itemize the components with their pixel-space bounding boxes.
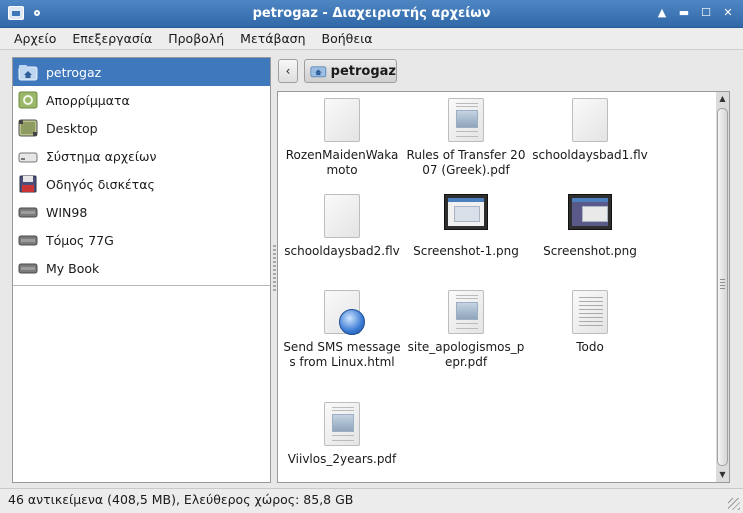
file-item[interactable]: schooldaysbad2.flv	[282, 194, 402, 259]
file-name: Rules of Transfer 2007 (Greek).pdf	[406, 148, 526, 177]
file-name: RozenMaidenWakamoto	[285, 148, 399, 177]
menu-view[interactable]: Προβολή	[160, 28, 232, 49]
image-thumbnail-icon	[444, 194, 488, 230]
status-text: 46 αντικείμενα (408,5 MB), Ελεύθερος χώρ…	[8, 492, 354, 507]
sidebar-item-label: Σύστημα αρχείων	[46, 148, 157, 164]
file-item[interactable]: Rules of Transfer 2007 (Greek).pdf	[406, 98, 526, 178]
sidebar-item-label: WIN98	[46, 204, 88, 220]
vertical-scrollbar[interactable]: ▲ ▼	[716, 91, 730, 483]
sidebar-item-filesystem[interactable]: Σύστημα αρχείων	[13, 142, 270, 170]
file-item[interactable]: Todo	[530, 290, 650, 355]
file-item[interactable]: Viivlos_2years.pdf	[282, 402, 402, 467]
sidebar-item-label: My Book	[46, 260, 100, 276]
pane-resize-handle[interactable]	[273, 245, 276, 293]
drive-icon	[18, 203, 38, 221]
drive-icon	[18, 231, 38, 249]
text-file-icon	[572, 290, 608, 334]
sidebar-item-trash[interactable]: Απορρίμματα	[13, 86, 270, 114]
blank-file-icon	[324, 194, 360, 238]
menu-help[interactable]: Βοήθεια	[314, 28, 381, 49]
file-item[interactable]: Send SMS messages from Linux.html	[282, 290, 402, 370]
menu-go[interactable]: Μετάβαση	[232, 28, 313, 49]
sidebar-item-label: Οδηγός δισκέτας	[46, 176, 155, 192]
path-back-button[interactable]: ‹	[278, 59, 298, 83]
desktop-icon	[18, 119, 38, 137]
home-folder-icon	[310, 66, 327, 78]
drive-icon	[18, 259, 38, 277]
file-view[interactable]: RozenMaidenWakamoto Rules of Transfer 20…	[277, 91, 717, 483]
blank-file-icon	[572, 98, 608, 142]
file-name: site_apologismos_pepr.pdf	[407, 340, 525, 369]
sidebar-item-volume77g[interactable]: Τόμος 77G	[13, 226, 270, 254]
sidebar-separator	[13, 285, 270, 286]
file-name: Screenshot.png	[543, 244, 637, 258]
blank-file-icon	[324, 98, 360, 142]
scrollbar-thumb[interactable]	[717, 108, 728, 466]
file-name: Viivlos_2years.pdf	[287, 452, 397, 466]
file-name: Todo	[576, 340, 604, 354]
resize-grip-icon[interactable]	[728, 498, 740, 510]
file-name: schooldaysbad2.flv	[284, 244, 400, 258]
file-item[interactable]: Screenshot.png	[530, 194, 650, 259]
file-item[interactable]: schooldaysbad1.flv	[530, 98, 650, 163]
sidebar: petrogaz Απορρίμματα Desktop Σύστημα αρχ…	[12, 57, 271, 483]
pdf-file-icon	[324, 402, 360, 446]
sidebar-item-label: Desktop	[46, 120, 98, 136]
menu-edit[interactable]: Επεξεργασία	[64, 28, 160, 49]
title-bar: petrogaz - Διαχειριστής αρχείων ▲ ▬ ☐ ✕	[0, 0, 743, 28]
menu-bar: Αρχείο Επεξεργασία Προβολή Μετάβαση Βοήθ…	[0, 28, 743, 50]
file-item[interactable]: site_apologismos_pepr.pdf	[406, 290, 526, 370]
shade-up-icon[interactable]: ▲	[655, 6, 669, 20]
minimize-icon[interactable]: ▬	[677, 6, 691, 20]
sidebar-item-label: petrogaz	[46, 64, 102, 80]
path-button-label: petrogaz	[330, 63, 396, 79]
floppy-icon	[18, 175, 38, 193]
trash-icon	[18, 91, 38, 109]
file-name: schooldaysbad1.flv	[532, 148, 648, 162]
sidebar-item-home[interactable]: petrogaz	[13, 58, 270, 86]
pdf-file-icon	[448, 98, 484, 142]
sidebar-item-win98[interactable]: WIN98	[13, 198, 270, 226]
html-file-icon	[324, 290, 365, 335]
sidebar-item-floppy[interactable]: Οδηγός δισκέτας	[13, 170, 270, 198]
scroll-up-icon[interactable]: ▲	[716, 92, 729, 106]
file-item[interactable]: RozenMaidenWakamoto	[282, 98, 402, 178]
close-icon[interactable]: ✕	[721, 6, 735, 20]
sidebar-item-label: Τόμος 77G	[46, 232, 114, 248]
file-name: Send SMS messages from Linux.html	[283, 340, 401, 369]
window-title: petrogaz - Διαχειριστής αρχείων	[252, 6, 491, 21]
status-bar: 46 αντικείμενα (408,5 MB), Ελεύθερος χώρ…	[0, 488, 743, 513]
file-name: Screenshot-1.png	[413, 244, 519, 258]
sidebar-item-desktop[interactable]: Desktop	[13, 114, 270, 142]
path-button-home[interactable]: petrogaz	[304, 59, 397, 83]
pdf-file-icon	[448, 290, 484, 334]
menu-file[interactable]: Αρχείο	[6, 28, 64, 49]
image-thumbnail-icon	[568, 194, 612, 230]
sidebar-item-label: Απορρίμματα	[46, 92, 130, 108]
home-folder-icon	[18, 63, 38, 81]
file-item[interactable]: Screenshot-1.png	[406, 194, 526, 259]
maximize-icon[interactable]: ☐	[699, 6, 713, 20]
chevron-left-icon: ‹	[285, 64, 291, 78]
scroll-down-icon[interactable]: ▼	[716, 468, 729, 482]
drive-icon	[18, 147, 38, 165]
sidebar-item-mybook[interactable]: My Book	[13, 254, 270, 282]
